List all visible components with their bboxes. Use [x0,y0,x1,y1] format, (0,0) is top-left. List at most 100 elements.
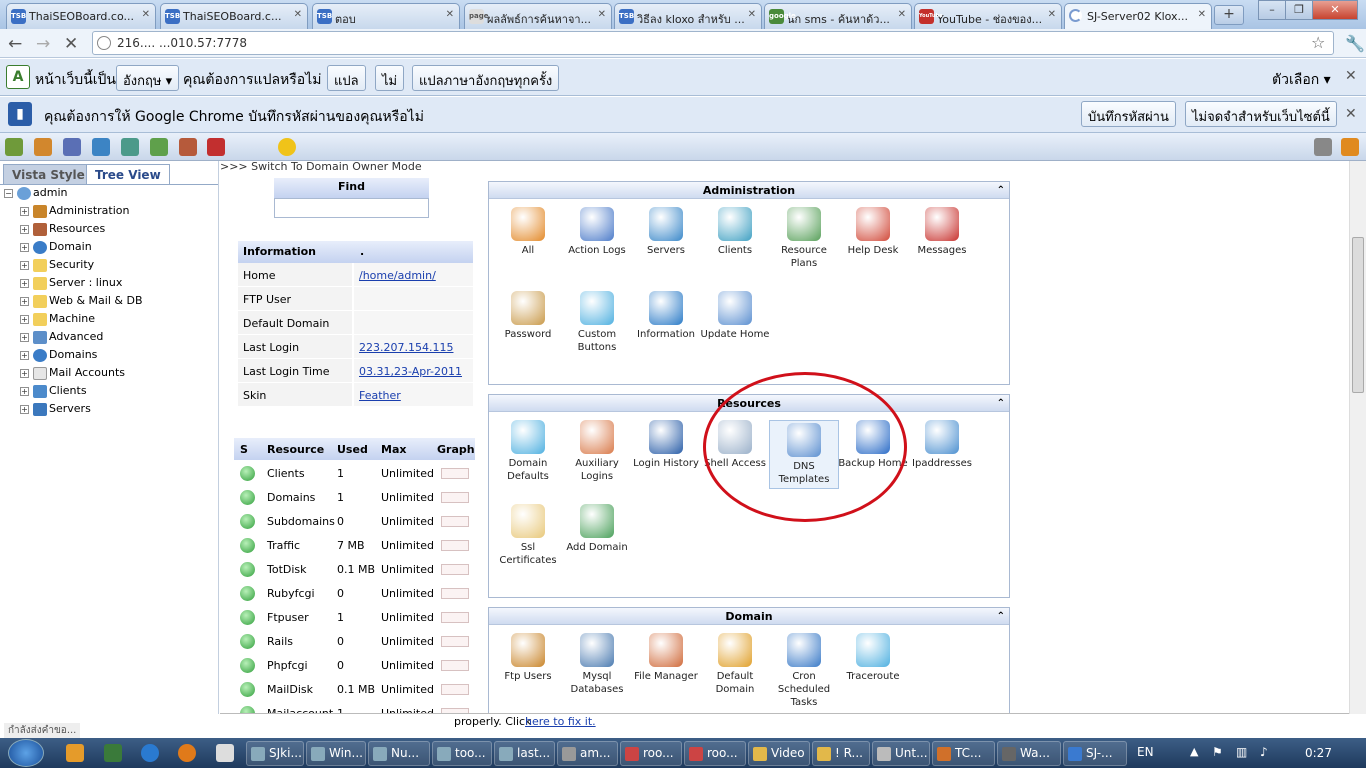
browser-tab[interactable]: TSB ตอบ ✕ [312,3,460,29]
translate-options[interactable]: ตัวเลือก ▾ [1272,69,1331,91]
default-domain-button[interactable]: Default Domain [700,633,770,696]
network-icon[interactable] [150,138,168,156]
no-translate-button[interactable]: ไม่ [375,65,405,91]
info-value[interactable]: /home/admin/ [354,263,473,286]
find-input[interactable] [274,198,429,218]
omnibox[interactable]: 216.... ...010.57:7778 ☆ [92,31,1334,55]
maximize-button[interactable]: ❐ [1285,0,1313,20]
save-password-button[interactable]: บันทึกรหัสผ่าน [1081,101,1176,127]
server-icon[interactable] [92,138,110,156]
info-value[interactable]: 03.31,23-Apr-2011 [354,359,473,382]
browser-tab-active[interactable]: loading SJ-Server02 Klox... ✕ [1064,3,1212,29]
traceroute-button[interactable]: Traceroute [838,633,908,683]
media-player-icon[interactable] [66,744,84,762]
info-value[interactable]: 223.207.154.115 [354,335,473,358]
ssl-certificates-button[interactable]: Ssl Certificates [493,504,563,567]
servers-button[interactable]: Servers [631,207,701,257]
browser-tab[interactable]: TSB ThaiSEOBoard.c... ✕ [160,3,308,29]
translate-button[interactable]: แปล [327,65,366,91]
resource-plans-button[interactable]: Resource Plans [769,207,839,270]
action-center-icon[interactable]: ⚑ [1212,745,1223,759]
ftp-users-button[interactable]: Ftp Users [493,633,563,683]
tab-tree-view[interactable]: Tree View [86,164,170,184]
clock[interactable]: 0:27 [1305,746,1332,760]
stop-loading-icon[interactable]: ✕ [64,34,78,54]
browser-tab[interactable]: YouTube YouTube - ช่องของ... ✕ [914,3,1062,29]
always-translate-button[interactable]: แปลภาษาอังกฤษทุกครั้ง [412,65,560,91]
information-button[interactable]: Information [631,291,701,341]
tree-item-clients[interactable]: + Clients [20,384,87,400]
tree-item-server[interactable]: + Server : linux [20,276,122,292]
switch-mode-link[interactable]: >>> Switch To Domain Owner Mode [220,161,422,173]
taskbar-window-button[interactable]: Win... [306,741,366,766]
logout-icon[interactable] [207,138,225,156]
favorite-star-icon[interactable] [278,138,296,156]
forward-arrow-icon[interactable]: → [36,34,50,54]
close-tab-icon[interactable]: ✕ [142,9,150,20]
collapse-icon[interactable]: ⌃ [997,395,1005,412]
taskbar-window-button[interactable]: last... [494,741,555,766]
mysql-databases-button[interactable]: Mysql Databases [562,633,632,696]
start-button[interactable] [8,739,44,767]
taskbar-window-button[interactable]: SJ-... [1063,741,1127,766]
update-home-button[interactable]: Update Home [700,291,770,341]
tree-root-admin[interactable]: − admin [4,186,67,202]
volume-icon[interactable]: ♪ [1260,745,1268,759]
administration-panel-header[interactable]: Administration ⌃ [489,182,1009,199]
login-history-button[interactable]: Login History [631,420,701,470]
custom-buttons-button[interactable]: Custom Buttons [562,291,632,354]
taskbar-window-button[interactable]: roo... [620,741,682,766]
taskbar-window-button[interactable]: Nu... [368,741,430,766]
browser-tab[interactable]: TSB วิธีลง kloxo สำหรับ ... ✕ [614,3,762,29]
tree-item-administration[interactable]: + Administration [20,204,130,220]
fix-it-link[interactable]: here to fix it. [525,715,596,728]
firefox-icon[interactable] [178,744,196,762]
tree-item-domains[interactable]: + Domains [20,348,97,364]
all-button[interactable]: All [493,207,563,257]
password-button[interactable]: Password [493,291,563,341]
vertical-scrollbar[interactable] [1349,161,1366,714]
tree-item-domain[interactable]: + Domain [20,240,92,256]
messages-button[interactable]: Messages [907,207,977,257]
services-icon[interactable] [63,138,81,156]
cron-scheduled-tasks-button[interactable]: Cron Scheduled Tasks [769,633,839,709]
network-icon[interactable]: ▥ [1236,745,1247,759]
tree-item-security[interactable]: + Security [20,258,94,274]
taskbar-window-button[interactable]: TC... [932,741,995,766]
exit-icon[interactable] [1341,138,1359,156]
bookmark-star-icon[interactable]: ☆ [1311,33,1325,52]
home-icon[interactable] [5,138,23,156]
close-infobar-icon[interactable]: ✕ [1345,68,1357,84]
close-tab-icon[interactable]: ✕ [1048,9,1056,20]
taskbar-window-button[interactable]: ! R... [812,741,870,766]
browser-tab[interactable]: page ผลลัพธ์การค้นหาจา... ✕ [464,3,612,29]
close-tab-icon[interactable]: ✕ [1198,9,1206,20]
ie-icon[interactable] [141,744,159,762]
action-logs-button[interactable]: Action Logs [562,207,632,257]
close-tab-icon[interactable]: ✕ [446,9,454,20]
taskbar-window-button[interactable]: Video [748,741,810,766]
taskbar-window-button[interactable]: am... [557,741,618,766]
collapse-icon[interactable]: ⌃ [997,608,1005,625]
tab-vista-style[interactable]: Vista Style [3,164,94,184]
taskbar-window-button[interactable]: roo... [684,741,746,766]
info-value[interactable]: Feather [354,383,473,406]
close-tab-icon[interactable]: ✕ [898,9,906,20]
language-select[interactable]: อังกฤษ ▾ [116,65,180,91]
close-infobar-icon[interactable]: ✕ [1345,106,1357,122]
taskbar-window-button[interactable]: too... [432,741,492,766]
tree-item-machine[interactable]: + Machine [20,312,95,328]
scroll-thumb[interactable] [1352,237,1364,393]
tree-item-resources[interactable]: + Resources [20,222,105,238]
ipaddresses-button[interactable]: Ipaddresses [907,420,977,470]
file-manager-button[interactable]: File Manager [631,633,701,683]
helpdesk-icon[interactable] [179,138,197,156]
wrench-icon[interactable]: 🔧 [1345,34,1365,53]
close-tab-icon[interactable]: ✕ [748,9,756,20]
help-desk-button[interactable]: Help Desk [838,207,908,257]
tree-item-web-mail-db[interactable]: + Web & Mail & DB [20,294,142,310]
taskbar-window-button[interactable]: Wa... [997,741,1061,766]
clients-button[interactable]: Clients [700,207,770,257]
close-tab-icon[interactable]: ✕ [598,9,606,20]
browser-tab[interactable]: google นก sms - ค้นหาด้ว... ✕ [764,3,912,29]
